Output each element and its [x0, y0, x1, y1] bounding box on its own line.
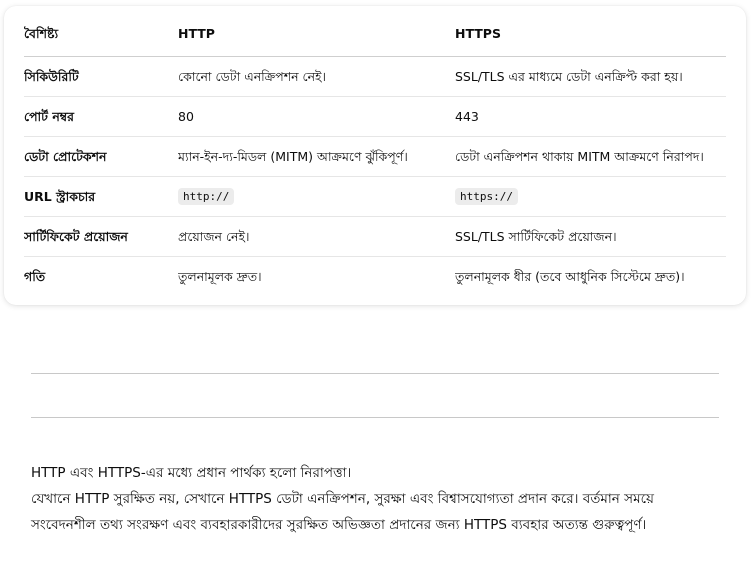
- row-https: 443: [455, 96, 726, 137]
- table-row: ডেটা প্রোটেকশন ম্যান-ইন-দ্য-মিডল (MITM) …: [24, 136, 726, 177]
- row-http: কোনো ডেটা এনক্রিপশন নেই।: [178, 56, 455, 97]
- row-https: https://: [455, 176, 726, 217]
- header-https: HTTPS: [455, 12, 726, 57]
- table-row: পোর্ট নম্বর 80 443: [24, 96, 726, 137]
- summary-line-2: যেখানে HTTP সুরক্ষিত নয়, সেখানে HTTPS ড…: [31, 491, 654, 533]
- header-http: HTTP: [178, 12, 455, 57]
- row-feature: সার্টিফিকেট প্রয়োজন: [24, 216, 178, 257]
- row-feature: গতি: [24, 268, 46, 284]
- table-row: সার্টিফিকেট প্রয়োজন প্রয়োজন নেই। SSL/T…: [24, 216, 726, 257]
- row-https: SSL/TLS এর মাধ্যমে ডেটা এনক্রিপ্ট করা হয…: [455, 56, 726, 97]
- summary-line-1: HTTP এবং HTTPS-এর মধ্যে প্রধান পার্থক্য …: [31, 465, 352, 481]
- divider-top: [31, 373, 719, 374]
- row-http: ম্যান-ইন-দ্য-মিডল (MITM) আক্রমণে ঝুঁকিপূ…: [178, 136, 455, 177]
- header-feature: বৈশিষ্ট্য: [24, 12, 178, 57]
- row-feature: পোর্ট নম্বর: [24, 96, 178, 137]
- row-http: প্রয়োজন নেই।: [178, 216, 455, 257]
- https-url-code: https://: [455, 188, 518, 205]
- row-http: http://: [178, 176, 455, 217]
- http-https-comparison-table: বৈশিষ্ট্য HTTP HTTPS সিকিউরিটি কোনো ডেটা…: [24, 12, 726, 297]
- table-row: URL স্ট্রাকচার http:// https://: [24, 176, 726, 217]
- row-https: SSL/TLS সার্টিফিকেট প্রয়োজন।: [455, 216, 726, 257]
- row-feature: ডেটা প্রোটেকশন: [24, 136, 178, 177]
- table-header-row: বৈশিষ্ট্য HTTP HTTPS: [24, 12, 726, 57]
- table-row: গতি তুলনামূলক দ্রুত। তুলনামূলক ধীর (তবে …: [24, 257, 726, 297]
- summary-paragraph: HTTP এবং HTTPS-এর মধ্যে প্রধান পার্থক্য …: [31, 460, 721, 538]
- table-row: সিকিউরিটি কোনো ডেটা এনক্রিপশন নেই। SSL/T…: [24, 56, 726, 97]
- row-feature: সিকিউরিটি: [24, 56, 178, 97]
- row-https: ডেটা এনক্রিপশন থাকায় MITM আক্রমণে নিরাপ…: [455, 136, 726, 177]
- comparison-table-card: বৈশিষ্ট্য HTTP HTTPS সিকিউরিটি কোনো ডেটা…: [4, 6, 746, 305]
- row-feature: URL স্ট্রাকচার: [24, 176, 178, 217]
- row-http: 80: [178, 96, 455, 137]
- http-url-code: http://: [178, 188, 235, 205]
- row-https: তুলনামূলক ধীর (তবে আধুনিক সিস্টেমে দ্রুত…: [455, 268, 685, 284]
- divider-bottom: [31, 417, 719, 418]
- row-http: তুলনামূলক দ্রুত।: [178, 268, 262, 284]
